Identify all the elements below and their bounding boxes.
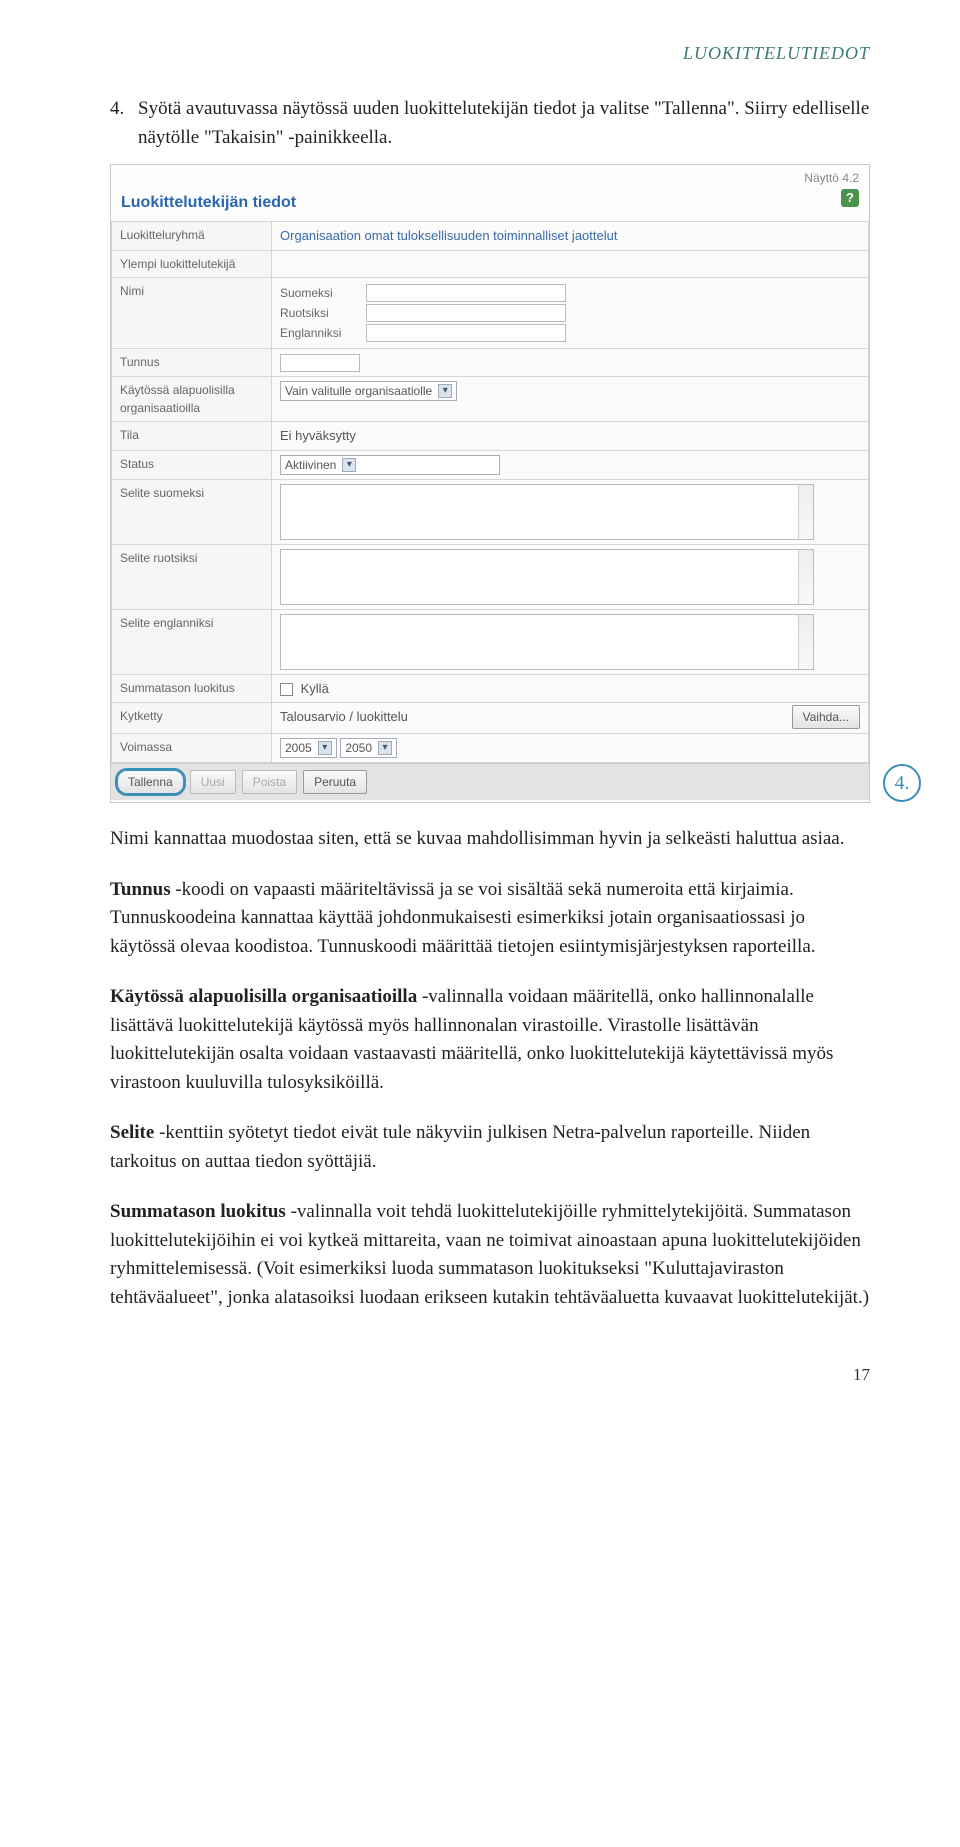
value-luokitteluryhma: Organisaation omat tuloksellisuuden toim…: [272, 222, 869, 251]
label-selite-sv: Selite ruotsiksi: [112, 544, 272, 609]
checkbox-summataso-label: Kyllä: [301, 681, 329, 696]
peruuta-button[interactable]: Peruuta: [303, 770, 367, 794]
label-suomeksi: Suomeksi: [280, 284, 360, 302]
label-status: Status: [112, 450, 272, 479]
label-englanniksi: Englanniksi: [280, 324, 360, 342]
para-summataso: Summatason luokitus -valinnalla voit teh…: [110, 1198, 870, 1312]
input-nimi-englanniksi[interactable]: [366, 324, 566, 342]
section-header: LUOKITTELUTIEDOT: [110, 40, 870, 67]
form-table: Luokitteluryhmä Organisaation omat tulok…: [111, 221, 869, 763]
para-summataso-bold: Summatason luokitus: [110, 1201, 286, 1222]
select-voimassa-from[interactable]: 2005 ▾: [280, 738, 337, 758]
label-luokitteluryhma: Luokitteluryhmä: [112, 222, 272, 251]
para-tunnus-bold: Tunnus: [110, 879, 171, 900]
form-title: Luokittelutekijän tiedot: [111, 189, 869, 221]
input-tunnus[interactable]: [280, 354, 360, 372]
chevron-down-icon: ▾: [342, 458, 356, 472]
para-selite-text: -kenttiin syötetyt tiedot eivät tule näk…: [110, 1122, 810, 1172]
tallenna-button[interactable]: Tallenna: [117, 770, 184, 794]
uusi-button[interactable]: Uusi: [190, 770, 236, 794]
label-voimassa: Voimassa: [112, 734, 272, 763]
screenshot-id-label: Näyttö 4.2: [111, 165, 869, 189]
form-screenshot: Näyttö 4.2 ? Luokittelutekijän tiedot Lu…: [110, 164, 870, 803]
para-kaytossa-bold: Käytössä alapuolisilla organisaatioilla: [110, 986, 417, 1007]
label-summataso: Summatason luokitus: [112, 674, 272, 703]
select-voimassa-to-value: 2050: [345, 739, 372, 757]
value-tila: Ei hyväksytty: [272, 422, 869, 451]
para-selite-bold: Selite: [110, 1122, 154, 1143]
para-nimi: Nimi kannattaa muodostaa siten, että se …: [110, 825, 870, 854]
select-status-value: Aktiivinen: [285, 456, 336, 474]
chevron-down-icon: ▾: [438, 384, 452, 398]
textarea-selite-sv[interactable]: [280, 549, 814, 605]
label-ruotsiksi: Ruotsiksi: [280, 304, 360, 322]
vaihda-button[interactable]: Vaihda...: [792, 705, 860, 729]
chevron-down-icon: ▾: [378, 741, 392, 755]
select-voimassa-to[interactable]: 2050 ▾: [340, 738, 397, 758]
para-tunnus-text: -koodi on vapaasti määriteltävissä ja se…: [110, 879, 816, 957]
label-selite-en: Selite englanniksi: [112, 609, 272, 674]
para-tunnus: Tunnus -koodi on vapaasti määriteltäviss…: [110, 876, 870, 962]
intro-number: 4.: [110, 95, 138, 152]
textarea-selite-fi[interactable]: [280, 484, 814, 540]
label-kaytossa: Käytössä alapuolisilla organisaatioilla: [112, 377, 272, 422]
intro-paragraph: 4. Syötä avautuvassa näytössä uuden luok…: [110, 95, 870, 152]
para-selite: Selite -kenttiin syötetyt tiedot eivät t…: [110, 1119, 870, 1176]
textarea-selite-en[interactable]: [280, 614, 814, 670]
help-icon[interactable]: ?: [841, 189, 859, 207]
button-bar: Tallenna Uusi Poista Peruuta: [111, 763, 869, 800]
checkbox-summataso[interactable]: [280, 683, 293, 696]
label-tila: Tila: [112, 422, 272, 451]
value-ylempi: [272, 250, 869, 277]
select-voimassa-from-value: 2005: [285, 739, 312, 757]
input-nimi-ruotsiksi[interactable]: [366, 304, 566, 322]
page-number: 17: [110, 1362, 870, 1388]
para-kaytossa: Käytössä alapuolisilla organisaatioilla …: [110, 983, 870, 1097]
value-kytketty: Talousarvio / luokittelu: [280, 709, 408, 724]
select-kaytossa[interactable]: Vain valitulle organisaatiolle ▾: [280, 381, 457, 401]
select-kaytossa-value: Vain valitulle organisaatiolle: [285, 382, 432, 400]
label-tunnus: Tunnus: [112, 348, 272, 377]
label-nimi: Nimi: [112, 277, 272, 348]
input-nimi-suomeksi[interactable]: [366, 284, 566, 302]
select-status[interactable]: Aktiivinen ▾: [280, 455, 500, 475]
step-callout: 4.: [883, 764, 921, 802]
label-kytketty: Kytketty: [112, 703, 272, 734]
intro-text: Syötä avautuvassa näytössä uuden luokitt…: [138, 95, 870, 152]
label-ylempi: Ylempi luokittelutekijä: [112, 250, 272, 277]
poista-button[interactable]: Poista: [242, 770, 297, 794]
label-selite-fi: Selite suomeksi: [112, 479, 272, 544]
chevron-down-icon: ▾: [318, 741, 332, 755]
